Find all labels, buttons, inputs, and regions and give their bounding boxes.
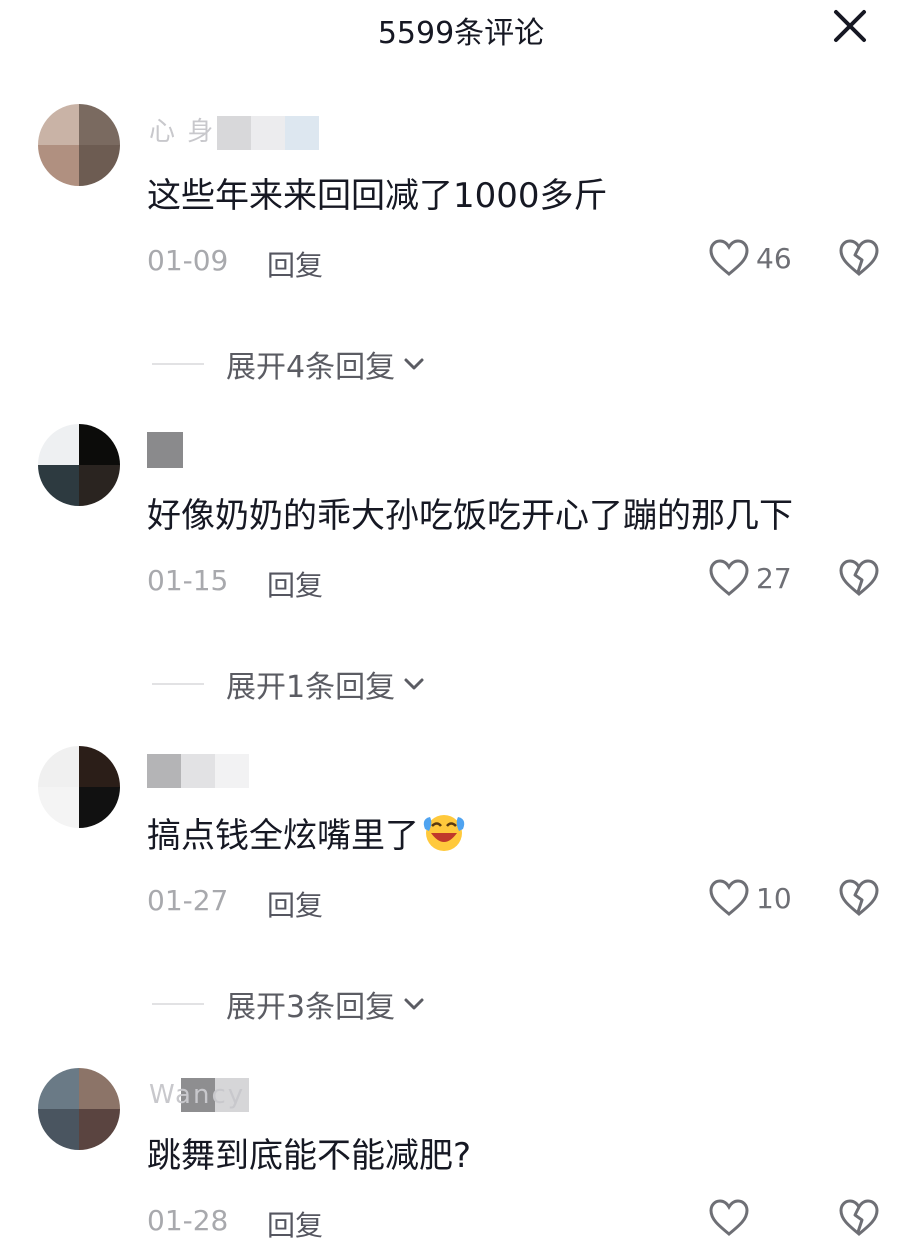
dislike-button[interactable] — [838, 558, 880, 602]
username[interactable] — [147, 752, 257, 788]
like-count: 27 — [756, 561, 792, 595]
like-button[interactable]: 27 — [708, 558, 792, 598]
heart-outline-icon — [709, 879, 749, 916]
avatar[interactable] — [38, 746, 120, 828]
dislike-button[interactable] — [838, 1198, 880, 1242]
heart-outline-icon — [709, 559, 749, 596]
comment-text-body: 搞点钱全炫嘴里了 — [147, 816, 419, 856]
like-button[interactable] — [708, 1198, 750, 1238]
expand-replies-button[interactable]: 展开3条回复 — [152, 982, 425, 1026]
broken-heart-icon — [839, 879, 879, 916]
broken-heart-icon — [839, 1199, 879, 1236]
chevron-down-icon — [404, 678, 424, 690]
reply-button[interactable]: 回复 — [267, 564, 323, 604]
expand-replies-label: 展开1条回复 — [226, 670, 396, 705]
comment-item: Wancy 跳舞到底能不能减肥? 01-28 回复 — [0, 0, 922, 1242]
comment-text: 好像奶奶的乖大孙吃饭吃开心了蹦的那几下 — [147, 496, 793, 536]
comment-text: 搞点钱全炫嘴里了 — [147, 808, 467, 862]
username-text: Wancy — [149, 1080, 246, 1110]
heart-outline-icon — [709, 1199, 749, 1236]
chevron-down-icon — [404, 998, 424, 1010]
like-count: 10 — [756, 881, 792, 915]
avatar[interactable] — [38, 1068, 120, 1150]
dislike-button[interactable] — [838, 878, 880, 922]
expand-replies-button[interactable]: 展开4条回复 — [152, 342, 425, 386]
laughing-crying-emoji-icon — [421, 811, 467, 862]
comment-date: 01-28 — [147, 1204, 229, 1237]
reply-button[interactable]: 回复 — [267, 1204, 323, 1244]
broken-heart-icon — [839, 559, 879, 596]
username[interactable]: Wancy — [147, 1076, 257, 1112]
like-button[interactable]: 10 — [708, 878, 792, 918]
expand-replies-label: 展开4条回复 — [226, 350, 396, 385]
comment-date: 01-27 — [147, 884, 229, 917]
reply-button[interactable]: 回复 — [267, 884, 323, 924]
expand-replies-button[interactable]: 展开1条回复 — [152, 662, 425, 706]
chevron-down-icon — [404, 358, 424, 370]
comment-date: 01-15 — [147, 564, 229, 597]
comment-text: 跳舞到底能不能减肥? — [147, 1136, 472, 1176]
avatar[interactable] — [38, 424, 120, 506]
expand-replies-label: 展开3条回复 — [226, 990, 396, 1025]
username[interactable] — [147, 432, 187, 468]
